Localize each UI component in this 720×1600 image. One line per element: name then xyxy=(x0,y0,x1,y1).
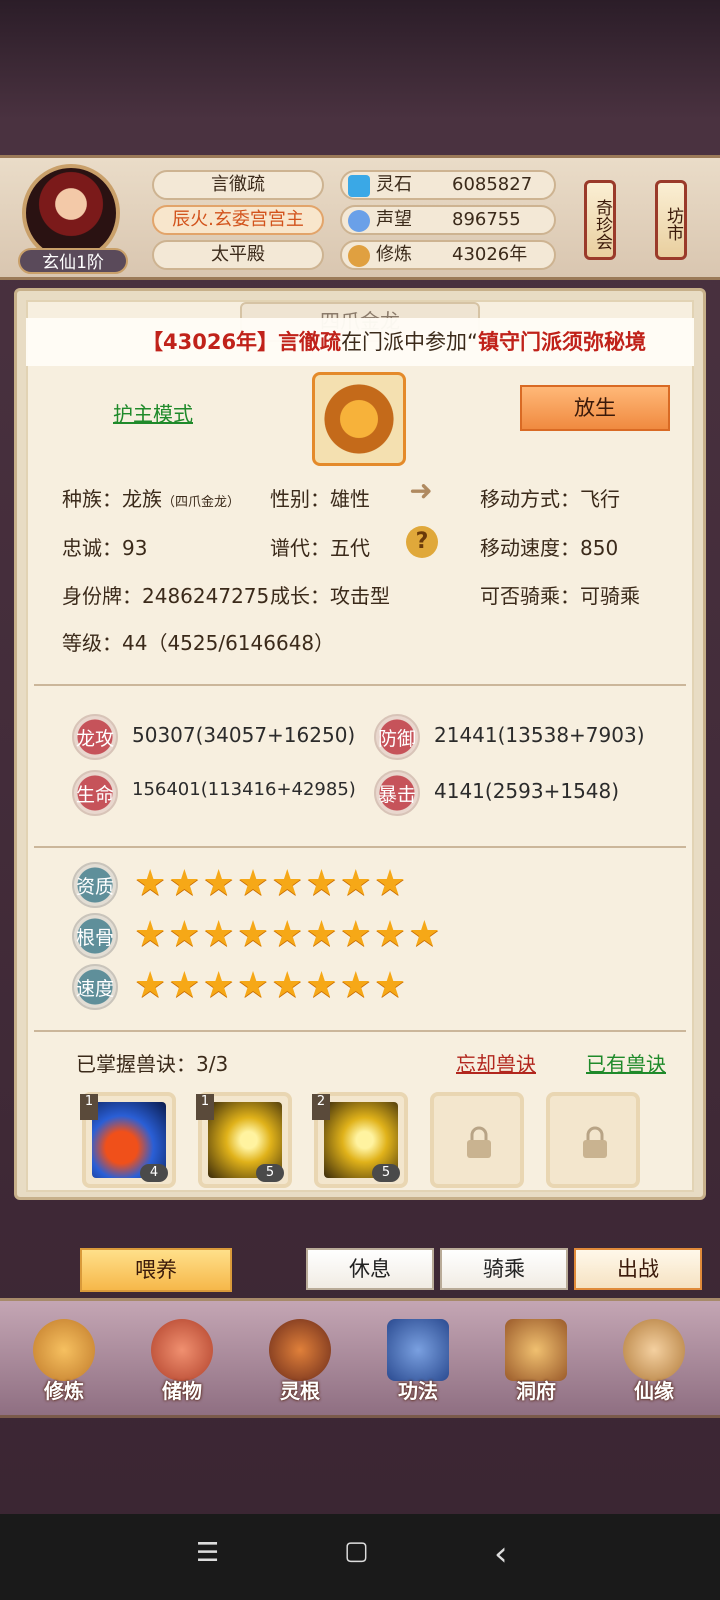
stat-life-value: 156401(113416+42985) xyxy=(132,779,356,800)
fortune-gourd-icon xyxy=(623,1319,685,1381)
stat-crit-value: 4141(2593+1548) xyxy=(434,779,620,803)
nav-storage[interactable]: 储物 xyxy=(126,1301,238,1419)
lock-icon xyxy=(583,1126,607,1158)
nav-cave-abode[interactable]: 洞府 xyxy=(480,1301,592,1419)
menu-icon[interactable]: ☰ xyxy=(196,1538,219,1568)
attr-badge-aptitude: 资质 xyxy=(72,862,118,908)
resource-cultivation: 修炼 43026年 xyxy=(340,240,556,270)
stat-badge-defense: 防御 xyxy=(374,714,420,760)
attr-badge-bone: 根骨 xyxy=(72,913,118,959)
market-button[interactable]: 坊市 xyxy=(655,180,687,260)
ride-button[interactable]: 骑乘 xyxy=(440,1248,568,1290)
pet-growth: 成长：攻击型 xyxy=(270,584,390,608)
release-button[interactable]: 放生 xyxy=(520,385,670,431)
storage-bag-icon xyxy=(151,1319,213,1381)
battle-button[interactable]: 出战 xyxy=(574,1248,702,1290)
spirit-root-icon xyxy=(269,1319,331,1381)
pet-rideable: 可否骑乘：可骑乘 xyxy=(480,584,640,608)
spirit-stone-icon xyxy=(348,175,370,197)
player-header: 玄仙1阶 言徹疏 辰火.玄委宫宫主 太平殿 灵石 6085827 声望 8967… xyxy=(0,155,720,280)
skill-slot-2[interactable]: 1 5 xyxy=(196,1092,292,1188)
skill-slot-3[interactable]: 2 5 xyxy=(312,1092,408,1188)
stat-badge-crit: 暴击 xyxy=(374,770,420,816)
cave-palace-icon xyxy=(505,1319,567,1381)
forget-skill-link[interactable]: 忘却兽诀 xyxy=(456,1048,536,1077)
stat-attack-value: 50307(34057+16250) xyxy=(132,723,356,747)
player-name: 言徹疏 xyxy=(152,170,324,200)
skills-mastered-label: 已掌握兽诀：3/3 xyxy=(76,1052,229,1076)
speed-stars: ★★★★★★★★ xyxy=(134,965,409,1006)
divider xyxy=(34,1030,686,1032)
nav-fortune[interactable]: 仙缘 xyxy=(598,1301,710,1419)
nav-techniques[interactable]: 功法 xyxy=(362,1301,474,1419)
stat-defense-value: 21441(13538+7903) xyxy=(434,723,645,747)
bone-stars: ★★★★★★★★★ xyxy=(134,914,443,955)
resource-spirit-stone: 灵石 6085827 xyxy=(340,170,556,200)
arrow-icon[interactable]: ➜ xyxy=(404,474,438,508)
player-rank: 玄仙1阶 xyxy=(18,248,128,274)
cultivate-icon xyxy=(33,1319,95,1381)
stat-badge-attack: 龙攻 xyxy=(72,714,118,760)
lock-icon xyxy=(467,1126,491,1158)
aptitude-stars: ★★★★★★★★ xyxy=(134,863,409,904)
reputation-icon xyxy=(348,210,370,232)
resource-reputation: 声望 896755 xyxy=(340,205,556,235)
nav-cultivate[interactable]: 修炼 xyxy=(8,1301,120,1419)
stat-badge-life: 生命 xyxy=(72,770,118,816)
meditation-icon xyxy=(348,245,370,267)
system-nav-bar: ☰ ▢ ‹ xyxy=(0,1514,720,1600)
scripture-book-icon xyxy=(387,1319,449,1381)
pet-race: 种族：龙族（四爪金龙） xyxy=(62,487,241,511)
owned-skills-link[interactable]: 已有兽诀 xyxy=(586,1048,666,1077)
player-palace: 太平殿 xyxy=(152,240,324,270)
golden-dragon-portrait xyxy=(312,372,406,466)
player-title: 辰火.玄委宫宫主 xyxy=(152,205,324,235)
pet-gender: 性别：雄性 xyxy=(270,487,370,511)
pet-move-type: 移动方式：飞行 xyxy=(480,487,620,511)
attr-badge-speed: 速度 xyxy=(72,964,118,1010)
rest-button[interactable]: 休息 xyxy=(306,1248,434,1290)
pet-id: 身份牌：2486247275 xyxy=(62,584,270,608)
pet-loyalty: 忠诚：93 xyxy=(62,536,148,560)
nav-spirit-root[interactable]: 灵根 xyxy=(244,1301,356,1419)
guard-mode-link[interactable]: 护主模式 xyxy=(113,398,193,427)
announcement-marquee: 【43026年】言徹疏在门派中参加“镇守门派须弥秘境 xyxy=(26,318,694,366)
feed-button[interactable]: 喂养 xyxy=(80,1248,232,1292)
skill-slot-1[interactable]: 1 4 xyxy=(80,1092,176,1188)
skill-slot-locked-1[interactable] xyxy=(430,1092,524,1188)
skill-slot-locked-2[interactable] xyxy=(546,1092,640,1188)
back-icon[interactable]: ‹ xyxy=(494,1534,508,1574)
pet-move-speed: 移动速度：850 xyxy=(480,536,619,560)
divider xyxy=(34,846,686,848)
pet-level: 等级：44（4525/6146648） xyxy=(62,631,335,655)
divider xyxy=(34,684,686,686)
treasure-fair-button[interactable]: 奇珍会 xyxy=(584,180,616,260)
help-icon[interactable]: ? xyxy=(406,526,438,558)
bottom-nav: 修炼 储物 灵根 功法 洞府 仙缘 xyxy=(0,1298,720,1418)
pet-generation: 谱代：五代 xyxy=(270,536,370,560)
home-icon[interactable]: ▢ xyxy=(344,1536,369,1566)
